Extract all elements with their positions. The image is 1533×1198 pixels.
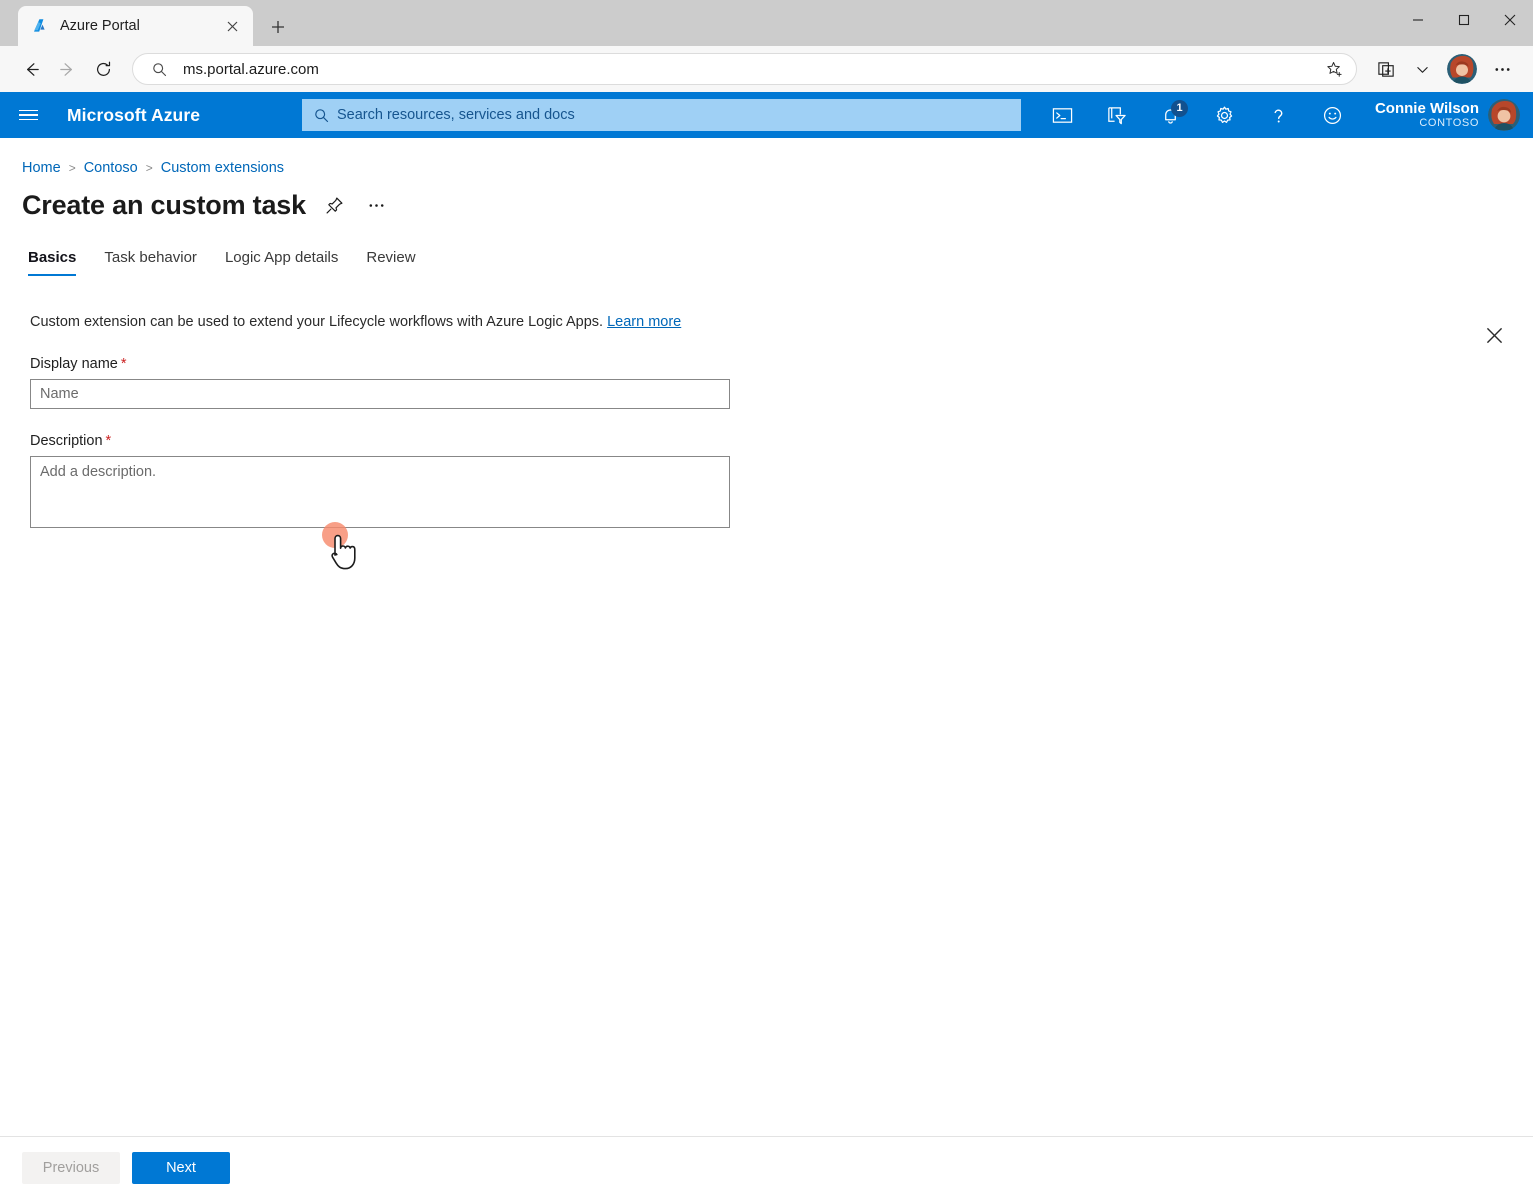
active-tab-underline [28,274,76,277]
required-marker: * [121,356,127,372]
avatar[interactable] [1488,99,1520,131]
description-textarea[interactable] [30,456,730,528]
favorite-star-icon[interactable] [1320,61,1348,78]
tab-basics[interactable]: Basics [28,249,90,276]
pin-icon[interactable] [322,193,348,219]
breadcrumb-item-home[interactable]: Home [22,160,61,176]
account-org: CONTOSO [1419,117,1479,129]
azure-logo-icon [32,17,50,35]
account-name: Connie Wilson [1375,101,1479,118]
browser-chrome: Azure Portal [0,0,1533,92]
chevron-right-icon: > [69,161,76,175]
notifications-bell-icon[interactable]: 1 [1143,92,1197,138]
azure-brand-title[interactable]: Microsoft Azure [67,105,200,126]
minimize-icon[interactable] [1395,0,1441,40]
blade-pivot-tabs: Basics Task behavior Logic App details R… [0,221,1533,276]
breadcrumb: Home > Contoso > Custom extensions [0,138,1533,176]
address-bar-url: ms.portal.azure.com [183,61,1320,78]
close-blade-button[interactable] [1477,318,1511,352]
browser-toolbar: ms.portal.azure.com [0,46,1533,92]
maximize-icon[interactable] [1441,0,1487,40]
back-arrow-icon[interactable] [14,52,48,86]
tab-basics-label: Basics [28,249,76,266]
previous-button[interactable]: Previous [22,1152,120,1184]
feedback-smiley-icon[interactable] [1305,92,1359,138]
page-title: Create an custom task [22,190,306,221]
breadcrumb-item-contoso[interactable]: Contoso [84,160,138,176]
more-ellipsis-icon[interactable] [364,193,390,219]
intro-description-text: Custom extension can be used to extend y… [30,314,603,330]
chevron-down-icon[interactable] [1405,52,1439,86]
help-icon[interactable] [1251,92,1305,138]
tab-review-label: Review [366,249,415,266]
description-field-group: Description* [30,433,1533,528]
chevron-right-icon: > [146,161,153,175]
create-custom-task-blade: Home > Contoso > Custom extensions Creat… [0,138,1533,1198]
azure-header: Microsoft Azure Search resources, servic… [0,92,1533,138]
reload-icon[interactable] [86,52,120,86]
blade-footer: Previous Next [0,1136,1533,1198]
display-name-field-group: Display name* [30,356,1533,409]
azure-search-box[interactable]: Search resources, services and docs [302,99,1021,131]
browser-toolbar-right [1369,52,1519,86]
blade-title-row: Create an custom task [0,176,1533,221]
learn-more-link[interactable]: Learn more [607,314,681,330]
account-text: Connie Wilson CONTOSO [1375,101,1479,130]
tab-logic-app-details[interactable]: Logic App details [211,249,352,276]
blade-body: Custom extension can be used to extend y… [0,276,1533,528]
display-name-label: Display name* [30,356,1533,372]
window-controls [1395,0,1533,40]
display-name-input[interactable] [30,379,730,409]
notification-badge-count: 1 [1171,100,1188,117]
intro-description: Custom extension can be used to extend y… [30,312,1533,332]
directory-filter-icon[interactable] [1089,92,1143,138]
forward-arrow-icon [50,52,84,86]
collections-icon[interactable] [1369,52,1403,86]
search-icon [149,62,169,77]
breadcrumb-item-custom-extensions[interactable]: Custom extensions [161,160,284,176]
browser-tab-title: Azure Portal [60,18,211,34]
search-icon [312,108,330,123]
hand-cursor-pointer [324,531,358,576]
tab-logic-app-details-label: Logic App details [225,249,338,266]
hamburger-menu-icon[interactable] [5,92,51,138]
description-label-text: Description [30,433,103,449]
display-name-label-text: Display name [30,356,118,372]
description-label: Description* [30,433,1533,449]
required-marker: * [106,433,112,449]
azure-search-placeholder: Search resources, services and docs [337,107,575,123]
address-bar[interactable]: ms.portal.azure.com [132,53,1357,85]
settings-gear-icon[interactable] [1197,92,1251,138]
close-icon[interactable] [1487,0,1533,40]
browser-tabstrip: Azure Portal [0,0,1533,46]
tab-task-behavior-label: Task behavior [104,249,197,266]
account-menu[interactable]: Connie Wilson CONTOSO [1375,92,1520,138]
tab-review[interactable]: Review [352,249,429,276]
next-button[interactable]: Next [132,1152,230,1184]
browser-tab[interactable]: Azure Portal [18,6,253,46]
azure-header-icons: 1 [1035,92,1359,138]
more-ellipsis-icon[interactable] [1485,52,1519,86]
close-icon[interactable] [221,15,243,37]
tab-task-behavior[interactable]: Task behavior [90,249,211,276]
profile-avatar[interactable] [1447,54,1477,84]
plus-icon[interactable] [264,13,292,41]
cloud-shell-icon[interactable] [1035,92,1089,138]
